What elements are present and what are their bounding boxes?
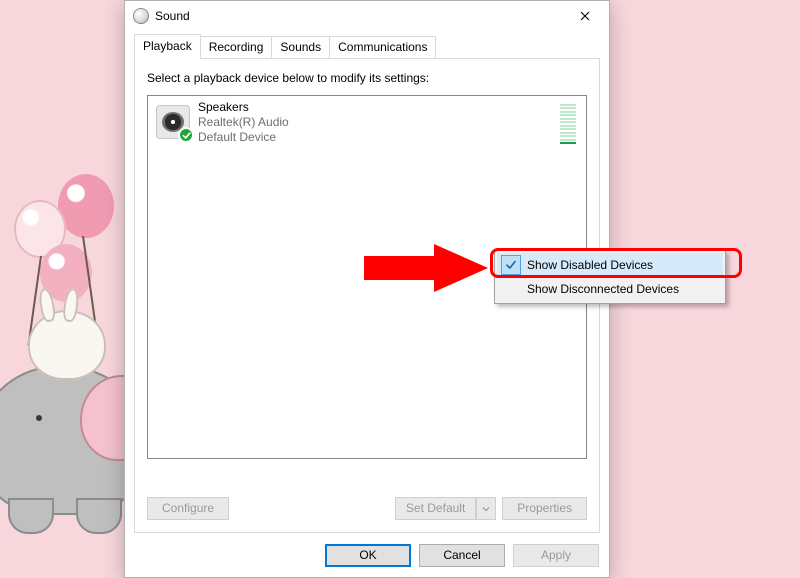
tab-recording[interactable]: Recording bbox=[200, 36, 273, 58]
menu-check-icon bbox=[501, 255, 521, 275]
tabstrip: Playback Recording Sounds Communications bbox=[134, 37, 600, 58]
panel-button-row: Configure Set Default Properties bbox=[147, 497, 587, 520]
chevron-down-icon bbox=[482, 505, 490, 513]
default-check-icon bbox=[178, 127, 194, 143]
device-driver: Realtek(R) Audio bbox=[198, 115, 289, 130]
properties-button[interactable]: Properties bbox=[502, 497, 587, 520]
cancel-button[interactable]: Cancel bbox=[419, 544, 505, 567]
device-status: Default Device bbox=[198, 130, 289, 145]
window-title: Sound bbox=[155, 9, 562, 23]
tab-playback[interactable]: Playback bbox=[134, 34, 201, 58]
menu-item-show-disconnected[interactable]: Show Disconnected Devices bbox=[497, 277, 723, 301]
titlebar[interactable]: Sound bbox=[125, 1, 609, 31]
sound-app-icon bbox=[133, 8, 149, 24]
set-default-dropdown[interactable] bbox=[476, 497, 496, 520]
menu-item-label: Show Disabled Devices bbox=[527, 258, 653, 272]
close-icon bbox=[580, 11, 590, 21]
menu-item-show-disabled[interactable]: Show Disabled Devices bbox=[497, 253, 723, 277]
speaker-device-icon bbox=[156, 105, 190, 139]
apply-button[interactable]: Apply bbox=[513, 544, 599, 567]
device-text: Speakers Realtek(R) Audio Default Device bbox=[198, 100, 289, 145]
tab-sounds[interactable]: Sounds bbox=[271, 36, 330, 58]
set-default-button[interactable]: Set Default bbox=[395, 497, 476, 520]
ok-button[interactable]: OK bbox=[325, 544, 411, 567]
dialog-button-row: OK Cancel Apply bbox=[325, 544, 599, 567]
close-button[interactable] bbox=[562, 1, 607, 31]
context-menu: Show Disabled Devices Show Disconnected … bbox=[494, 250, 726, 304]
menu-item-label: Show Disconnected Devices bbox=[527, 282, 679, 296]
level-meter bbox=[560, 104, 576, 144]
tab-communications[interactable]: Communications bbox=[329, 36, 436, 58]
set-default-split-button[interactable]: Set Default bbox=[395, 497, 496, 520]
device-row-speakers[interactable]: Speakers Realtek(R) Audio Default Device bbox=[150, 98, 584, 146]
panel-instruction: Select a playback device below to modify… bbox=[147, 71, 587, 85]
device-name: Speakers bbox=[198, 100, 289, 115]
configure-button[interactable]: Configure bbox=[147, 497, 229, 520]
